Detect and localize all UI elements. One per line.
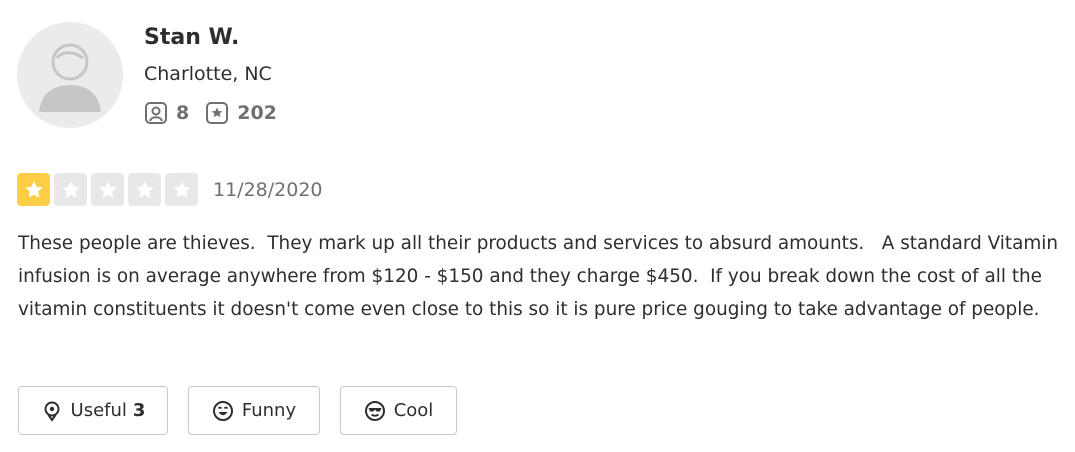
star-empty-icon (128, 173, 161, 206)
reviewer-location: Charlotte, NC (144, 63, 272, 85)
rating-row: 11/28/2020 (17, 173, 323, 206)
reviewer-stats: 8 202 (144, 101, 277, 125)
lightbulb-icon (44, 401, 60, 422)
laughing-face-icon (212, 400, 233, 421)
review-star-icon (206, 102, 229, 124)
useful-button[interactable]: Useful 3 (18, 386, 168, 435)
friends-icon (145, 102, 167, 124)
reaction-buttons: Useful 3 Funny Cool (18, 386, 477, 435)
useful-label: Useful (70, 400, 127, 421)
review-text: These people are thieves. They mark up a… (18, 233, 1064, 320)
reviews-stat: 202 (205, 101, 277, 125)
funny-label: Funny (241, 400, 297, 421)
cool-button[interactable]: Cool (340, 386, 457, 435)
cool-label: Cool (393, 400, 434, 421)
reviews-count: 202 (237, 102, 277, 124)
friends-stat: 8 (144, 101, 189, 125)
review-date: 11/28/2020 (213, 178, 323, 201)
useful-count: 3 (132, 400, 146, 421)
star-filled-icon (17, 173, 50, 206)
sunglasses-face-icon (364, 400, 385, 421)
star-empty-icon (54, 173, 87, 206)
star-empty-icon (165, 173, 198, 206)
star-rating (17, 173, 202, 206)
default-user-avatar-icon (39, 43, 101, 112)
star-empty-icon (91, 173, 124, 206)
avatar[interactable] (17, 22, 123, 128)
friends-count: 8 (176, 102, 190, 124)
reviewer-name[interactable]: Stan W. (144, 25, 239, 50)
funny-button[interactable]: Funny (188, 386, 320, 435)
